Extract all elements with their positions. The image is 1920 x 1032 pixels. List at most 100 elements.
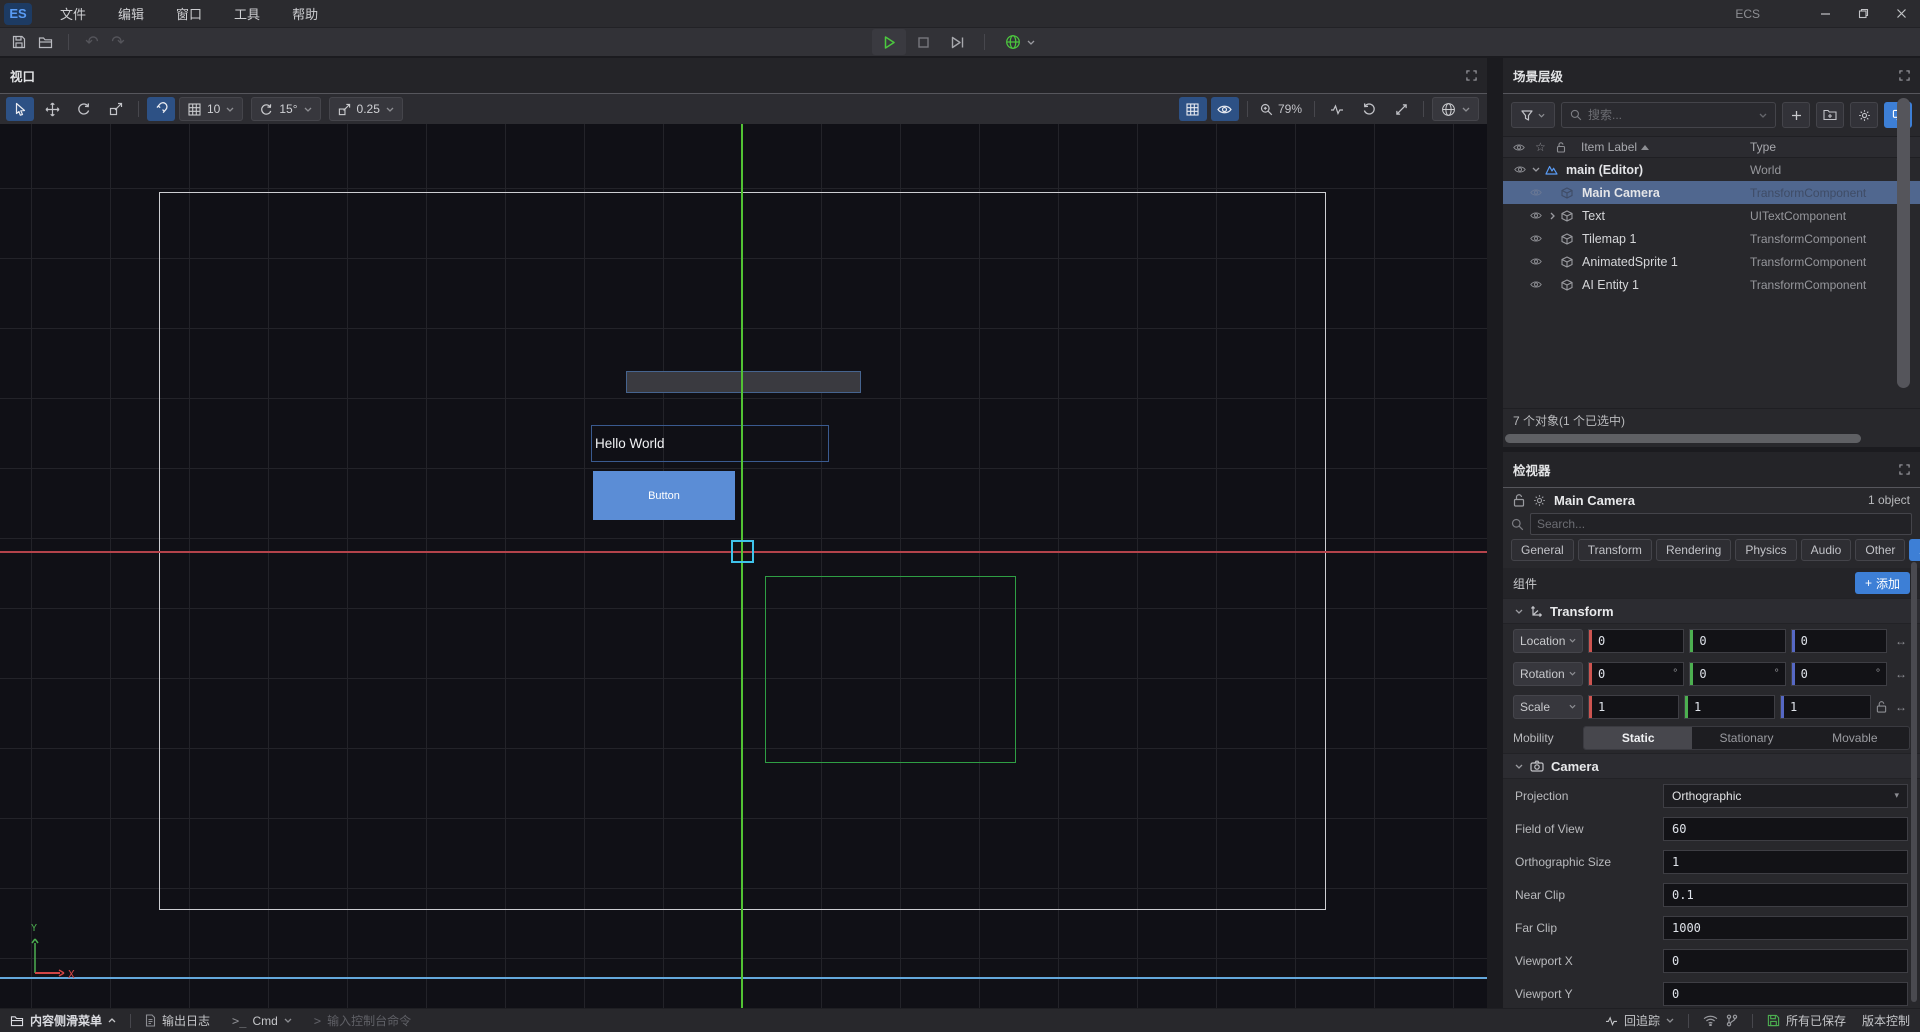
- mobility-static[interactable]: Static: [1584, 727, 1692, 749]
- content-drawer-button[interactable]: 内容侧滑菜单: [10, 1012, 116, 1029]
- rotation-y-input[interactable]: 0°: [1689, 662, 1785, 686]
- scale-x-input[interactable]: 1: [1588, 695, 1679, 719]
- unlock-icon[interactable]: [1513, 494, 1525, 507]
- tree-row-animatedsprite[interactable]: AnimatedSprite 1 TransformComponent: [1503, 250, 1920, 273]
- orthographic-size-input[interactable]: 1: [1663, 850, 1908, 874]
- hierarchy-search[interactable]: [1561, 102, 1776, 128]
- grid-step-dropdown[interactable]: 10: [179, 97, 243, 121]
- far-clip-input[interactable]: 1000: [1663, 916, 1908, 940]
- gizmo-visibility-button[interactable]: [1211, 97, 1239, 121]
- grid-toggle-button[interactable]: [1179, 97, 1207, 121]
- app-logo[interactable]: ES: [4, 3, 32, 25]
- viewport-expand-icon[interactable]: [1466, 70, 1477, 81]
- location-dropdown[interactable]: Location: [1513, 629, 1583, 653]
- camera-section-header[interactable]: Camera: [1503, 753, 1920, 779]
- button-entity[interactable]: Button: [593, 471, 735, 520]
- select-tool-button[interactable]: [6, 97, 34, 121]
- mobility-stationary[interactable]: Stationary: [1692, 727, 1800, 749]
- inspector-vertical-scrollbar[interactable]: [1911, 562, 1917, 1002]
- tree-row-text[interactable]: Text UITextComponent: [1503, 204, 1920, 227]
- add-component-button[interactable]: + 添加: [1855, 572, 1910, 594]
- tree-row-main[interactable]: main (Editor) World: [1503, 158, 1920, 181]
- chevron-right-icon[interactable]: [1543, 212, 1561, 220]
- scale-step-dropdown[interactable]: 0.25: [329, 97, 403, 121]
- eye-icon[interactable]: [1529, 188, 1543, 197]
- console-command-input[interactable]: > 输入控制台命令: [314, 1012, 411, 1029]
- new-folder-button[interactable]: [1816, 102, 1844, 128]
- rotation-dropdown[interactable]: Rotation: [1513, 662, 1583, 686]
- play-button[interactable]: [872, 29, 906, 55]
- redo-icon[interactable]: ↷: [105, 30, 131, 54]
- eye-icon[interactable]: [1513, 165, 1527, 174]
- near-clip-input[interactable]: 0.1: [1663, 883, 1908, 907]
- network-icon[interactable]: [1703, 1015, 1718, 1026]
- tab-audio[interactable]: Audio: [1801, 539, 1852, 561]
- tab-general[interactable]: General: [1511, 539, 1574, 561]
- minimize-button[interactable]: [1806, 0, 1844, 28]
- cmd-dropdown[interactable]: >_ Cmd: [232, 1014, 292, 1028]
- menu-tools[interactable]: 工具: [218, 0, 276, 28]
- fullscreen-icon[interactable]: [1387, 97, 1415, 121]
- open-folder-icon[interactable]: [32, 30, 58, 54]
- viewport-x-input[interactable]: 0: [1663, 949, 1908, 973]
- unlock-scale-icon[interactable]: [1876, 701, 1887, 713]
- rotation-z-input[interactable]: 0°: [1791, 662, 1887, 686]
- location-x-input[interactable]: 0: [1588, 629, 1684, 653]
- eye-icon[interactable]: [1529, 280, 1543, 289]
- save-status[interactable]: 所有已保存: [1767, 1012, 1846, 1029]
- version-control-button[interactable]: 版本控制: [1862, 1012, 1910, 1029]
- column-type[interactable]: Type: [1750, 140, 1776, 154]
- scene-canvas[interactable]: Hello World Button Y X: [0, 124, 1487, 1008]
- chevron-down-icon[interactable]: [1527, 167, 1545, 172]
- transform-section-header[interactable]: Transform: [1503, 598, 1920, 624]
- text-entity[interactable]: Hello World: [591, 425, 829, 462]
- link-axes-icon[interactable]: ↔: [1892, 634, 1910, 648]
- add-entity-button[interactable]: [1782, 102, 1810, 128]
- tab-physics[interactable]: Physics: [1735, 539, 1796, 561]
- eye-icon[interactable]: [1529, 234, 1543, 243]
- zoom-indicator[interactable]: 79%: [1256, 97, 1306, 121]
- hierarchy-vertical-scrollbar[interactable]: [1897, 98, 1910, 388]
- selection-handle[interactable]: [731, 540, 754, 563]
- step-button[interactable]: [940, 29, 974, 55]
- rotation-x-input[interactable]: 0°: [1588, 662, 1684, 686]
- link-axes-icon[interactable]: ↔: [1892, 667, 1910, 681]
- scale-z-input[interactable]: 1: [1780, 695, 1871, 719]
- field-of-view-input[interactable]: 60: [1663, 817, 1908, 841]
- projection-select[interactable]: Orthographic▾: [1663, 784, 1908, 808]
- menu-window[interactable]: 窗口: [160, 0, 218, 28]
- tab-rendering[interactable]: Rendering: [1656, 539, 1731, 561]
- rotate-tool-button[interactable]: [70, 97, 98, 121]
- world-play-dropdown[interactable]: [995, 29, 1045, 55]
- green-region-entity[interactable]: [765, 576, 1016, 763]
- tree-row-ai-entity[interactable]: AI Entity 1 TransformComponent: [1503, 273, 1920, 296]
- scale-y-input[interactable]: 1: [1684, 695, 1775, 719]
- panel-entity[interactable]: [626, 371, 861, 393]
- trace-dropdown[interactable]: 回追踪: [1605, 1012, 1674, 1029]
- eye-icon[interactable]: [1529, 257, 1543, 266]
- inspector-expand-icon[interactable]: [1899, 464, 1910, 475]
- stats-icon[interactable]: [1323, 97, 1351, 121]
- menu-file[interactable]: 文件: [44, 0, 102, 28]
- viewport-world-dropdown[interactable]: [1432, 97, 1479, 121]
- rotate-step-dropdown[interactable]: 15°: [251, 97, 320, 121]
- inspector-search-input[interactable]: [1537, 517, 1905, 531]
- tree-row-tilemap[interactable]: Tilemap 1 TransformComponent: [1503, 227, 1920, 250]
- viewport-y-input[interactable]: 0: [1663, 982, 1908, 1006]
- mobility-movable[interactable]: Movable: [1801, 727, 1909, 749]
- link-axes-icon[interactable]: ↔: [1892, 700, 1910, 714]
- undo-icon[interactable]: ↶: [79, 30, 105, 54]
- eye-icon[interactable]: [1529, 211, 1543, 220]
- snap-tool-button[interactable]: [147, 97, 175, 121]
- move-tool-button[interactable]: [38, 97, 66, 121]
- output-log-button[interactable]: 输出日志: [145, 1012, 210, 1029]
- scale-dropdown[interactable]: Scale: [1513, 695, 1583, 719]
- menu-edit[interactable]: 编辑: [102, 0, 160, 28]
- branch-icon[interactable]: [1726, 1014, 1738, 1027]
- location-z-input[interactable]: 0: [1791, 629, 1887, 653]
- hierarchy-horizontal-scrollbar[interactable]: [1505, 434, 1861, 443]
- stop-button[interactable]: [906, 29, 940, 55]
- filter-dropdown[interactable]: [1511, 102, 1555, 128]
- tab-transform[interactable]: Transform: [1578, 539, 1652, 561]
- tab-all[interactable]: All: [1909, 539, 1920, 561]
